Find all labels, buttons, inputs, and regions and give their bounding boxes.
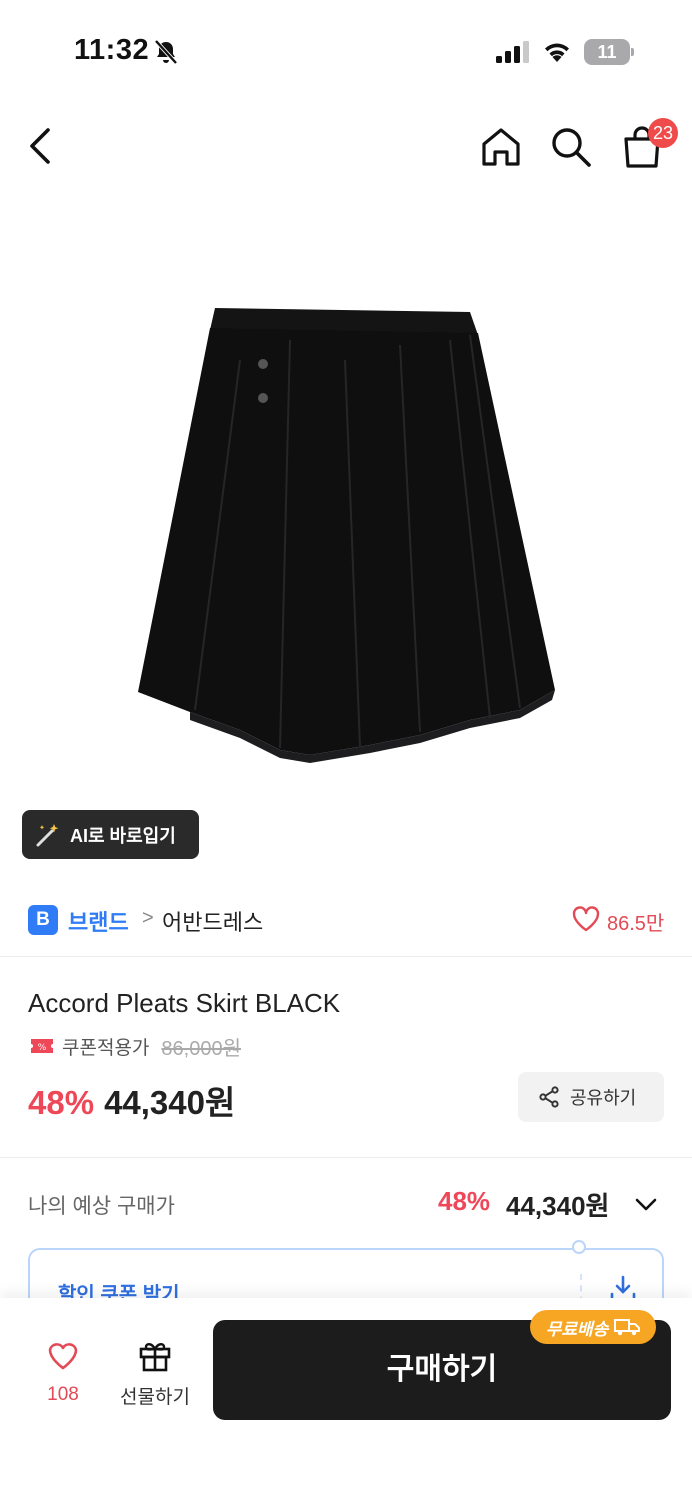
heart-icon bbox=[48, 1343, 78, 1370]
coupon-price-row: % 쿠폰적용가 86,000원 bbox=[30, 1032, 241, 1060]
back-arrow-icon[interactable] bbox=[20, 124, 64, 168]
search-icon[interactable] bbox=[548, 124, 594, 170]
status-bar: 11:32 11 bbox=[0, 0, 692, 100]
bottom-action-bar: 108 선물하기 구매하기 무료배송 bbox=[0, 1298, 692, 1500]
price-row: 48% 44,340원 bbox=[28, 1076, 235, 1124]
divider bbox=[0, 1157, 692, 1158]
share-label: 공유하기 bbox=[570, 1088, 637, 1108]
magic-wand-icon bbox=[36, 823, 59, 846]
brand-category-link[interactable]: 어반드레스 bbox=[162, 905, 263, 937]
svg-text:%: % bbox=[38, 1043, 47, 1053]
like-count: 108 bbox=[47, 1384, 79, 1405]
heart-icon[interactable] bbox=[571, 905, 601, 933]
brand-logo: B bbox=[28, 905, 58, 935]
sale-price: 44,340원 bbox=[104, 1084, 236, 1121]
ai-try-on-label: AI로 바로입기 bbox=[70, 825, 176, 846]
gift-label: 선물하기 bbox=[120, 1387, 190, 1408]
top-navigation bbox=[0, 110, 692, 186]
like-button[interactable]: 108 bbox=[30, 1340, 96, 1420]
divider bbox=[0, 956, 692, 957]
brand-like-count: 86.5만 bbox=[607, 913, 665, 935]
discount-rate: 48% bbox=[28, 1084, 95, 1121]
battery-indicator: 11 bbox=[584, 39, 634, 65]
share-button[interactable]: 공유하기 bbox=[518, 1072, 664, 1122]
free-shipping-badge: 무료배송 bbox=[530, 1310, 656, 1344]
brand-name-link[interactable]: 브랜드 bbox=[68, 905, 129, 937]
cellular-signal-icon bbox=[496, 41, 529, 63]
coupon-icon: % bbox=[31, 1039, 53, 1053]
battery-level: 11 bbox=[584, 39, 630, 65]
product-title: Accord Pleats Skirt BLACK bbox=[28, 988, 341, 1018]
wifi-icon bbox=[545, 43, 569, 62]
brand-row: B 브랜드 > 어반드레스 86.5만 bbox=[0, 895, 692, 945]
truck-icon bbox=[614, 1319, 641, 1336]
original-price: 86,000원 bbox=[161, 1037, 241, 1060]
breadcrumb-separator: > bbox=[142, 907, 154, 929]
home-icon[interactable] bbox=[478, 124, 524, 170]
gift-icon bbox=[139, 1343, 171, 1372]
free-shipping-label: 무료배송 bbox=[545, 1319, 609, 1339]
expected-discount: 48% bbox=[438, 1186, 491, 1216]
expected-price: 44,340원 bbox=[506, 1191, 610, 1221]
expected-price-label: 나의 예상 구매가 bbox=[28, 1195, 175, 1218]
chevron-down-icon[interactable] bbox=[632, 1190, 660, 1218]
coupon-price-label: 쿠폰적용가 bbox=[62, 1037, 150, 1059]
share-icon bbox=[539, 1086, 559, 1108]
gift-button[interactable]: 선물하기 bbox=[112, 1338, 198, 1418]
product-image[interactable] bbox=[0, 200, 692, 880]
status-time: 11:32 bbox=[74, 34, 150, 66]
ai-try-on-button[interactable]: AI로 바로입기 bbox=[22, 810, 199, 859]
cart-count-badge: 23 bbox=[648, 118, 679, 148]
expected-price-row[interactable]: 나의 예상 구매가 48% 44,340원 bbox=[0, 1180, 692, 1228]
bell-off-icon bbox=[154, 39, 178, 65]
